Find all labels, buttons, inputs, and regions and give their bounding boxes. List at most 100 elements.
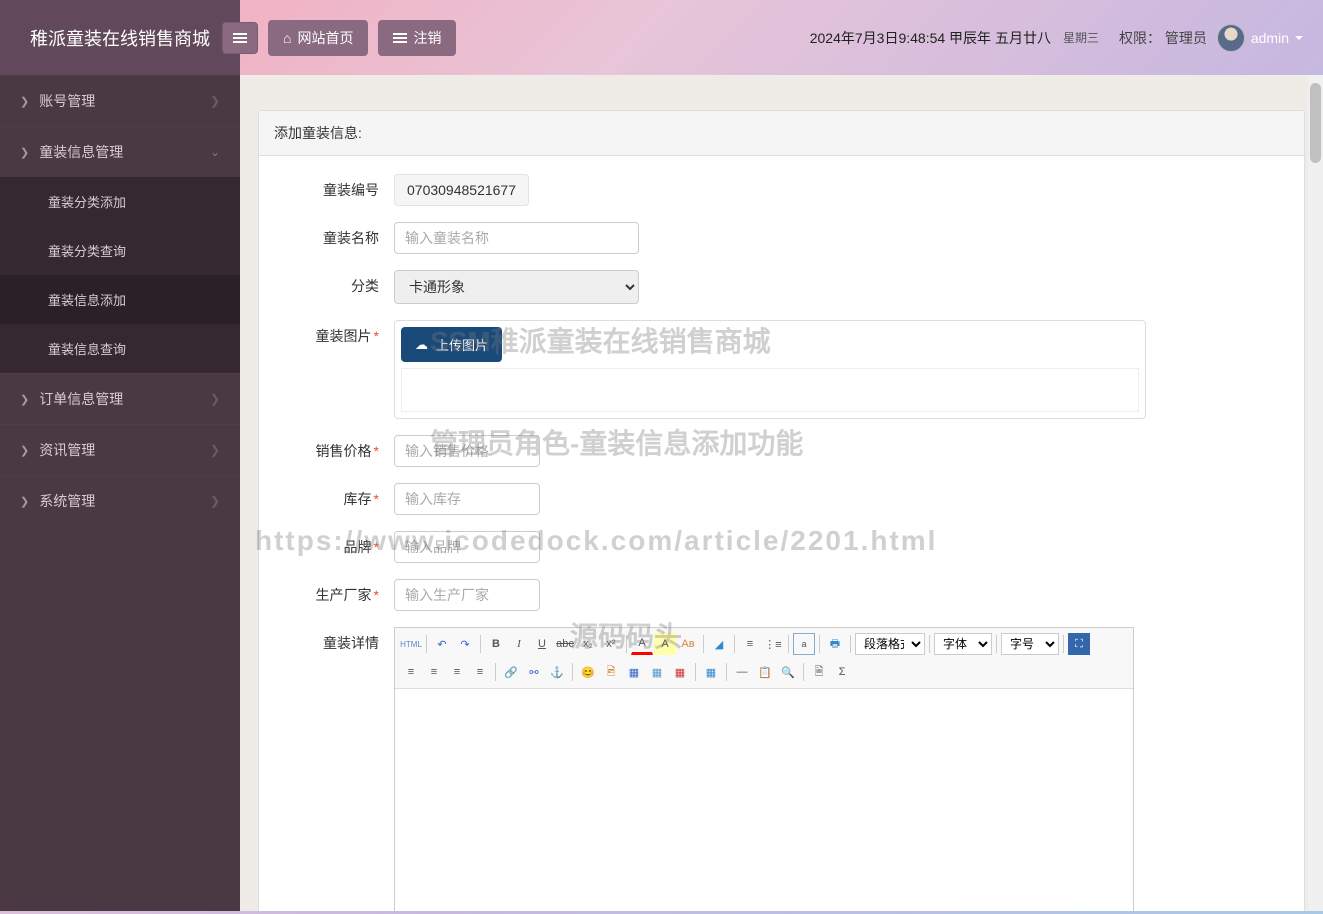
cloud-upload-icon: ☁ — [415, 337, 428, 353]
image-button[interactable]: 🖻 — [600, 661, 622, 683]
unlink-button[interactable]: ⚯ — [523, 661, 545, 683]
rich-text-editor: HTML ↶ ↷ B I U abc x₂ — [394, 627, 1134, 911]
template-button[interactable]: 🗎 — [808, 661, 830, 683]
toolbar-separator — [1063, 635, 1064, 653]
bold-button[interactable]: B — [485, 633, 507, 655]
undo-button[interactable]: ↶ — [431, 633, 453, 655]
logout-button[interactable]: 注销 — [378, 20, 456, 56]
chevron-right-icon: ❯ — [20, 146, 29, 159]
flash-button[interactable]: ▦ — [623, 661, 645, 683]
align-center-button[interactable]: ≡ — [423, 661, 445, 683]
toolbar-separator — [703, 635, 704, 653]
home-icon: ⌂ — [283, 30, 291, 46]
unordered-list-button[interactable]: ⋮≡ — [762, 633, 784, 655]
vertical-scrollbar[interactable] — [1308, 75, 1323, 911]
manufacturer-input[interactable] — [394, 579, 540, 611]
paragraph-format-select[interactable]: 段落格式 — [855, 633, 925, 655]
align-justify-button[interactable]: ≡ — [469, 661, 491, 683]
home-button-label: 网站首页 — [297, 28, 353, 48]
toolbar-separator — [695, 663, 696, 681]
user-menu-dropdown[interactable]: admin — [1217, 24, 1303, 52]
brand-input[interactable] — [394, 531, 540, 563]
sidebar-subitem-category-add[interactable]: 童装分类添加 — [0, 177, 240, 226]
italic-button[interactable]: I — [508, 633, 530, 655]
toolbar-separator — [480, 635, 481, 653]
editor-toolbar: HTML ↶ ↷ B I U abc x₂ — [395, 628, 1133, 689]
label-manufacturer: 生产厂家* — [284, 579, 394, 605]
redo-button[interactable]: ↷ — [454, 633, 476, 655]
upload-preview-area — [401, 368, 1139, 412]
sidebar-item-order-mgmt[interactable]: ❯ 订单信息管理 ❯ — [0, 373, 240, 424]
upload-image-button[interactable]: ☁ 上传图片 — [401, 327, 502, 362]
font-family-select[interactable]: 字体 — [934, 633, 992, 655]
weekday-text: 星期三 — [1063, 29, 1099, 46]
backcolor-button[interactable]: A — [654, 633, 676, 655]
chevron-right-icon: ❯ — [210, 494, 220, 508]
toolbar-separator — [495, 663, 496, 681]
link-button[interactable]: 🔗 — [500, 661, 522, 683]
category-select[interactable]: 卡通形象 — [394, 270, 639, 304]
table-button[interactable]: ▦ — [700, 661, 722, 683]
content-area: 添加童装信息: 童装编号 07030948521677 童装名称 分类 — [240, 75, 1323, 911]
label-product-no: 童装编号 — [284, 174, 394, 200]
stock-input[interactable] — [394, 483, 540, 515]
product-name-input[interactable] — [394, 222, 639, 254]
price-input[interactable] — [394, 435, 540, 467]
select-all-button[interactable]: a — [793, 633, 815, 655]
remove-format-button[interactable]: Aʙ — [677, 633, 699, 655]
fullscreen-button[interactable]: ⛶ — [1068, 633, 1090, 655]
toolbar-separator — [819, 635, 820, 653]
emoji-button[interactable]: 😊 — [577, 661, 599, 683]
sidebar-toggle-button[interactable] — [222, 22, 258, 54]
toolbar-separator — [626, 635, 627, 653]
required-mark: * — [374, 443, 379, 459]
label-brand: 品牌* — [284, 531, 394, 557]
underline-button[interactable]: U — [531, 633, 553, 655]
username-label: admin — [1251, 30, 1289, 46]
search-button[interactable]: 🔍 — [777, 661, 799, 683]
chevron-right-icon: ❯ — [20, 95, 29, 108]
print-button[interactable]: 🖶 — [824, 633, 846, 655]
media-button[interactable]: ▦ — [646, 661, 668, 683]
align-right-button[interactable]: ≡ — [446, 661, 468, 683]
sidebar-subitem-info-add[interactable]: 童装信息添加 — [0, 275, 240, 324]
paste-button[interactable]: 📋 — [754, 661, 776, 683]
sidebar-item-clothing-mgmt[interactable]: ❯ 童装信息管理 ⌄ — [0, 126, 240, 177]
toolbar-separator — [929, 635, 930, 653]
hr-button[interactable]: — — [731, 661, 753, 683]
toolbar-separator — [734, 635, 735, 653]
chevron-right-icon: ❯ — [210, 392, 220, 406]
home-button[interactable]: ⌂ 网站首页 — [268, 20, 368, 56]
html-source-button[interactable]: HTML — [400, 633, 422, 655]
subscript-button[interactable]: x₂ — [577, 633, 599, 655]
sidebar-subitem-info-query[interactable]: 童装信息查询 — [0, 324, 240, 373]
sidebar-subitem-category-query[interactable]: 童装分类查询 — [0, 226, 240, 275]
permission-label: 权限： 管理员 — [1119, 28, 1207, 48]
label-product-name: 童装名称 — [284, 222, 394, 248]
superscript-button[interactable]: x² — [600, 633, 622, 655]
video-button[interactable]: ▦ — [669, 661, 691, 683]
scrollbar-thumb[interactable] — [1310, 83, 1321, 163]
avatar — [1217, 24, 1245, 52]
top-header: 稚派童装在线销售商城 ⌂ 网站首页 注销 2024年7月3日9:48:54 甲辰… — [0, 0, 1323, 75]
toolbar-separator — [426, 635, 427, 653]
forecolor-button[interactable]: A — [631, 633, 653, 655]
sidebar-item-system-mgmt[interactable]: ❯ 系统管理 ❯ — [0, 475, 240, 526]
sidebar: ❯ 账号管理 ❯ ❯ 童装信息管理 ⌄ 童装分类添加 童装分类查询 童装信息添加… — [0, 75, 240, 911]
formula-button[interactable]: Σ — [831, 661, 853, 683]
sidebar-item-news-mgmt[interactable]: ❯ 资讯管理 ❯ — [0, 424, 240, 475]
eraser-button[interactable]: ◢ — [708, 633, 730, 655]
editor-content-area[interactable] — [395, 689, 1133, 911]
align-left-button[interactable]: ≡ — [400, 661, 422, 683]
ordered-list-button[interactable]: ≡ — [739, 633, 761, 655]
anchor-button[interactable]: ⚓ — [546, 661, 568, 683]
strikethrough-button[interactable]: abc — [554, 633, 576, 655]
chevron-right-icon: ❯ — [20, 444, 29, 457]
label-detail: 童装详情 — [284, 627, 394, 653]
label-stock: 库存* — [284, 483, 394, 509]
chevron-right-icon: ❯ — [210, 443, 220, 457]
label-image: 童装图片* — [284, 320, 394, 346]
sidebar-item-account-mgmt[interactable]: ❯ 账号管理 ❯ — [0, 75, 240, 126]
font-size-select[interactable]: 字号 — [1001, 633, 1059, 655]
chevron-down-icon — [1295, 36, 1303, 40]
